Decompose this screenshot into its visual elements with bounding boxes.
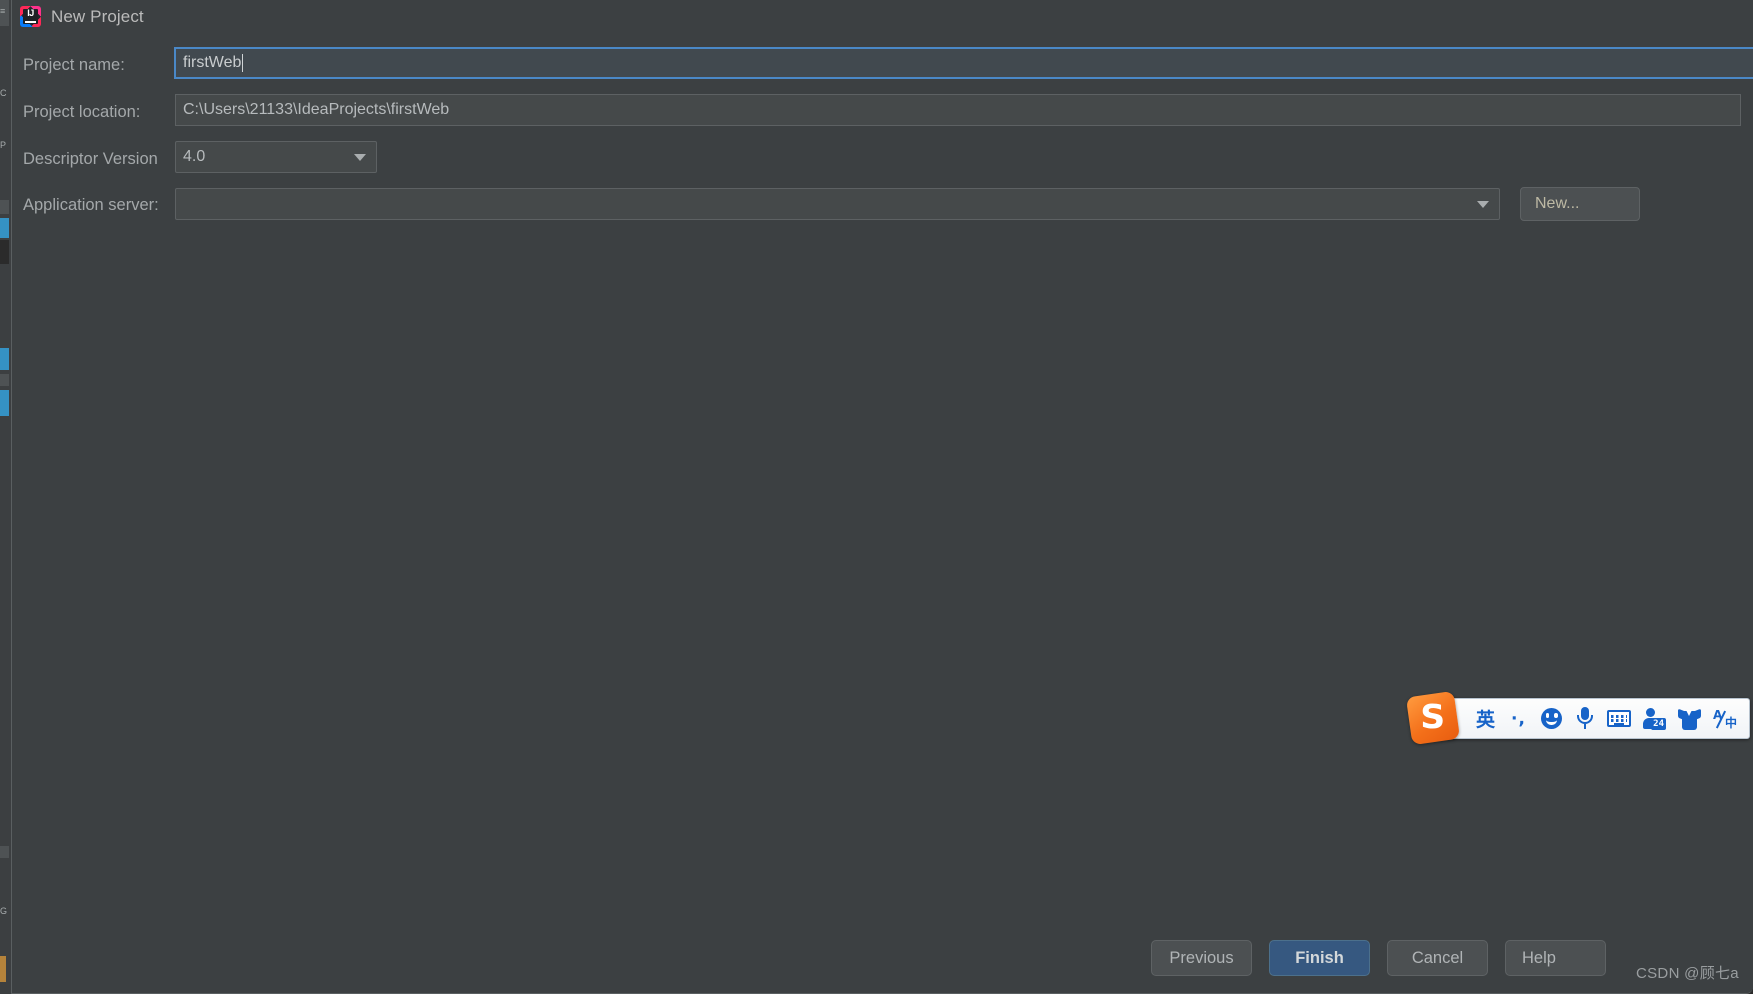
- ide-tab-accent-2[interactable]: [0, 348, 9, 370]
- finish-button[interactable]: Finish: [1269, 940, 1370, 976]
- ide-status-accent: [0, 956, 6, 982]
- cancel-button[interactable]: Cancel: [1387, 940, 1488, 976]
- ide-tab-accent-3[interactable]: [0, 390, 9, 416]
- help-button-label: Help: [1522, 948, 1556, 967]
- previous-button[interactable]: Previous: [1151, 940, 1252, 976]
- ide-tool-glyph-2: P: [0, 140, 7, 150]
- shirt-icon[interactable]: [1678, 705, 1701, 733]
- user-badge-count: 24: [1651, 717, 1666, 730]
- finish-button-label: Finish: [1295, 948, 1344, 967]
- emoji-face-icon[interactable]: [1541, 705, 1562, 733]
- chevron-down-icon: [354, 153, 366, 161]
- microphone-icon[interactable]: [1574, 705, 1595, 733]
- cancel-button-label: Cancel: [1411, 948, 1464, 967]
- application-server-select[interactable]: [175, 188, 1500, 220]
- sogou-logo-icon[interactable]: S: [1405, 690, 1461, 746]
- ide-menu-glyph: ≡: [0, 6, 6, 16]
- ide-tab-sliver-1: [0, 200, 9, 214]
- project-name-value: firstWeb: [183, 54, 242, 71]
- language-mode-icon[interactable]: 英: [1475, 705, 1496, 733]
- project-name-label: Project name:: [23, 55, 125, 74]
- keyboard-icon[interactable]: [1607, 705, 1631, 733]
- descriptor-version-row: Descriptor Version: [23, 142, 183, 176]
- new-application-server-button[interactable]: New...: [1520, 187, 1640, 221]
- previous-button-label: Previous: [1169, 948, 1234, 967]
- project-location-value: C:\Users\21133\IdeaProjects\firstWeb: [183, 101, 450, 118]
- descriptor-version-value: 4.0: [183, 148, 206, 165]
- ide-status-glyph: G: [0, 906, 8, 916]
- ide-tool-glyph-1: C: [0, 88, 7, 98]
- punctuation-icon[interactable]: ·,: [1508, 705, 1529, 733]
- new-project-dialog: IJ New Project Project name: firstWeb Pr…: [11, 0, 1753, 994]
- application-server-label: Application server:: [23, 195, 159, 214]
- text-caret: [242, 54, 244, 72]
- ide-tab-sliver-4: [0, 846, 9, 858]
- project-location-label: Project location:: [23, 102, 141, 121]
- csdn-watermark: CSDN @顾七a: [1636, 965, 1739, 982]
- project-name-input[interactable]: firstWeb: [174, 47, 1753, 79]
- help-button[interactable]: Help: [1505, 940, 1606, 976]
- button-bar-divider: [12, 927, 1753, 928]
- sogou-ime-toolbar[interactable]: S 英 ·, 24 A中: [1405, 690, 1750, 746]
- user-badge-icon[interactable]: 24: [1643, 705, 1666, 733]
- dialog-title: New Project: [51, 6, 144, 26]
- application-server-row: Application server:: [23, 188, 183, 222]
- translate-icon[interactable]: A中: [1713, 705, 1737, 733]
- descriptor-version-select[interactable]: 4.0: [175, 141, 377, 173]
- project-location-input[interactable]: C:\Users\21133\IdeaProjects\firstWeb: [175, 94, 1741, 126]
- ide-tab-sliver-2: [0, 240, 9, 264]
- dialog-titlebar: IJ New Project: [12, 0, 1753, 33]
- dialog-button-bar: Previous Finish Cancel Help: [12, 927, 1753, 993]
- sogou-logo-glyph: S: [1420, 697, 1446, 737]
- ide-tab-sliver-3: [0, 374, 9, 386]
- chevron-down-icon: [1477, 200, 1489, 208]
- project-name-row: Project name:: [23, 48, 183, 82]
- intellij-idea-logo-icon: IJ: [20, 6, 41, 27]
- project-location-row: Project location:: [23, 95, 183, 129]
- ide-tab-accent-1[interactable]: [0, 218, 9, 238]
- descriptor-version-label: Descriptor Version: [23, 149, 158, 168]
- new-application-server-label: New...: [1535, 195, 1580, 212]
